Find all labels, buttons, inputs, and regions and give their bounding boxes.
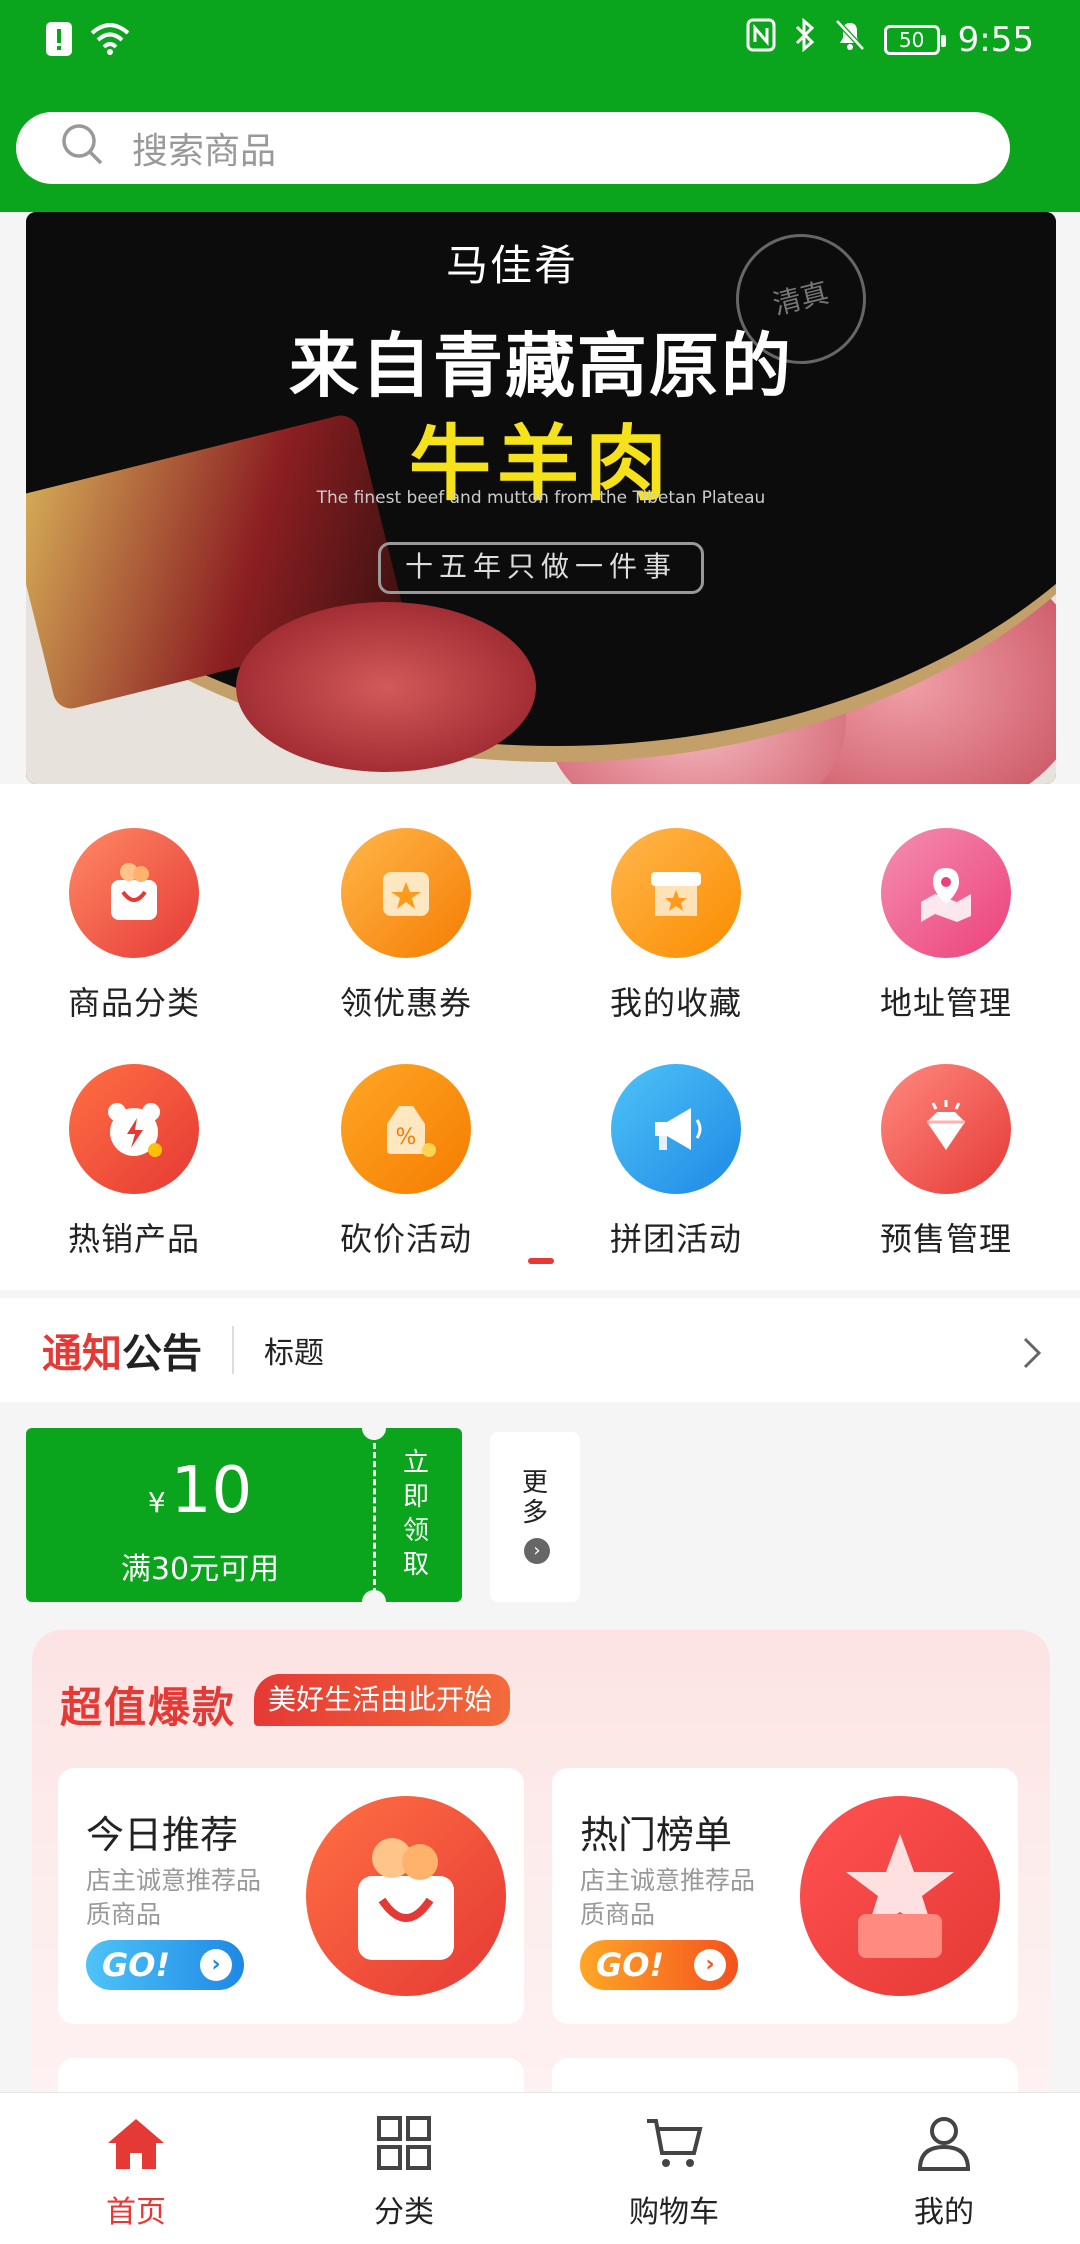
app-screen: { "status": {"battery": "50", "time": "9… [0, 0, 1080, 2244]
notice-bar[interactable]: 通知 公告 标题 [0, 1298, 1080, 1402]
nfc-icon [746, 18, 776, 61]
banner-english-text: The finest beef and mutton from the Tibe… [316, 488, 766, 508]
user-icon [916, 2117, 972, 2175]
brand-logo: 马佳肴 [446, 241, 579, 290]
menu-item-address[interactable]: 地址管理 [846, 828, 1046, 1024]
menu-item-bargain[interactable]: % 砍价活动 [306, 1064, 506, 1260]
shopping-bag-icon [306, 1796, 506, 1996]
tab-label: 购物车 [629, 2195, 719, 2230]
coupon-divider [373, 1434, 376, 1594]
menu-item-presale[interactable]: 预售管理 [846, 1064, 1046, 1260]
card-description: 店主诚意推荐品质商品 [86, 1866, 262, 1929]
card-title: 今日推荐 [86, 1813, 239, 1857]
hot-sale-icon [69, 1064, 199, 1194]
notice-title: 标题 [264, 1336, 324, 1371]
shopping-bag-icon [69, 828, 199, 958]
menu-item-hot-products[interactable]: 热销产品 [34, 1064, 234, 1260]
hot-ranking-card[interactable]: 热门榜单 店主诚意推荐品质商品 GO! › [552, 1768, 1018, 2024]
status-bar: 50 9:55 [0, 0, 1080, 86]
more-label: 更多 [521, 1468, 548, 1528]
arrow-right-icon: › [200, 1949, 232, 1981]
arrow-right-icon: › [694, 1949, 726, 1981]
menu-item-coupon[interactable]: 领优惠券 [306, 828, 506, 1024]
grid-icon [376, 2116, 432, 2175]
beef-steak-image [236, 602, 536, 772]
chevron-right-icon [1022, 1336, 1042, 1374]
tab-mine[interactable]: 我的 [864, 2115, 1024, 2231]
coupon-icon [341, 828, 471, 958]
wifi-icon [90, 23, 130, 59]
search-icon [60, 122, 104, 175]
menu-item-label: 拼团活动 [609, 1220, 742, 1258]
banner-title: 来自青藏高原的 [289, 325, 793, 407]
coupon-card[interactable]: ¥ 10 满30元可用 立即领取 [26, 1416, 462, 1614]
menu-item-label: 我的收藏 [609, 984, 742, 1022]
menu-item-label: 商品分类 [67, 984, 200, 1022]
svg-text:%: % [396, 1125, 417, 1150]
banner-tagline: 十五年只做一件事 [378, 542, 704, 594]
tab-label: 我的 [914, 2195, 974, 2230]
home-icon [104, 2119, 168, 2175]
bluetooth-icon [794, 17, 816, 61]
menu-item-group-buy[interactable]: 拼团活动 [576, 1064, 776, 1260]
section-title: 超值爆款 [60, 1683, 237, 1732]
star-box-icon [800, 1796, 1000, 1996]
claim-coupon-button[interactable]: 立即领取 [396, 1446, 436, 1582]
notice-label-black: 公告 [122, 1331, 202, 1377]
clock-time: 9:55 [957, 19, 1034, 60]
tab-label: 首页 [106, 2195, 166, 2230]
top-bar: 50 9:55 搜索商品 [0, 0, 1080, 212]
cart-icon [644, 2119, 704, 2175]
quick-menu-grid: 商品分类 领优惠券 我的收藏 地址管理 热销产品 % 砍价活动 拼团活动 预售管… [0, 784, 1080, 1290]
menu-item-label: 领优惠券 [339, 984, 472, 1022]
coupon-amount: 10 [170, 1454, 253, 1528]
megaphone-icon [611, 1064, 741, 1194]
menu-item-label: 地址管理 [879, 984, 1012, 1022]
tab-category[interactable]: 分类 [324, 2115, 484, 2231]
discount-tag-icon: % [341, 1064, 471, 1194]
alert-icon [46, 22, 72, 60]
battery-icon: 50 [883, 24, 946, 55]
map-location-icon [881, 828, 1011, 958]
menu-item-favorites[interactable]: 我的收藏 [576, 828, 776, 1024]
coupon-condition: 满30元可用 [120, 1552, 280, 1587]
search-input[interactable]: 搜索商品 [16, 112, 1010, 184]
menu-item-label: 砍价活动 [339, 1220, 472, 1258]
go-button[interactable]: GO! › [580, 1940, 738, 1990]
menu-item-category[interactable]: 商品分类 [34, 828, 234, 1024]
more-coupons-button[interactable]: 更多 › [490, 1432, 580, 1602]
tab-home[interactable]: 首页 [56, 2115, 216, 2231]
tab-cart[interactable]: 购物车 [594, 2115, 754, 2231]
store-favorite-icon [611, 828, 741, 958]
card-title: 热门榜单 [580, 1813, 733, 1857]
diamond-icon [881, 1064, 1011, 1194]
promo-banner[interactable]: 马佳肴 清真 来自青藏高原的 牛羊肉 The finest beef and m… [26, 212, 1056, 784]
search-placeholder: 搜索商品 [132, 131, 277, 172]
bottom-tab-bar: 首页 分类 购物车 我的 [0, 2092, 1080, 2244]
card-description: 店主诚意推荐品质商品 [580, 1866, 756, 1929]
chevron-right-icon: › [524, 1538, 550, 1564]
today-recommend-card[interactable]: 今日推荐 店主诚意推荐品质商品 GO! › [58, 1768, 524, 2024]
tab-label: 分类 [374, 2195, 434, 2230]
divider [232, 1326, 234, 1374]
page-indicator [528, 1258, 554, 1264]
go-button[interactable]: GO! › [86, 1940, 244, 1990]
section-slogan: 美好生活由此开始 [254, 1674, 511, 1726]
mute-bell-icon [834, 18, 866, 61]
menu-item-label: 热销产品 [67, 1220, 200, 1258]
notice-label-red: 通知 [42, 1331, 122, 1377]
menu-item-label: 预售管理 [879, 1220, 1012, 1258]
coupon-currency: ¥ [147, 1486, 166, 1519]
